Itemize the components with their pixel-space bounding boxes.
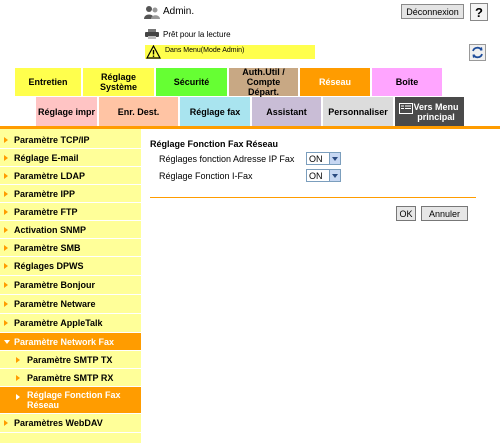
- sidebar-subitem-smtp-rx[interactable]: Paramètre SMTP RX: [0, 369, 141, 387]
- chevron-down-icon: [329, 170, 340, 181]
- arrow-right-icon: [4, 301, 8, 307]
- arrow-right-icon: [4, 244, 8, 251]
- sidebar-item-netware[interactable]: Paramètre Netware: [0, 295, 141, 314]
- sidebar-item-email[interactable]: Réglage E-mail: [0, 149, 141, 167]
- refresh-icon: [472, 46, 483, 59]
- printer-status-icon: [145, 29, 159, 39]
- admin-user-icon: [144, 6, 160, 19]
- main-menu-button[interactable]: Vers Menu principal: [395, 97, 465, 126]
- sidebar-item-network-fax[interactable]: Paramètre Network Fax: [0, 333, 141, 351]
- ifax-setting-select[interactable]: ON: [306, 169, 341, 182]
- arrow-right-icon: [4, 320, 8, 326]
- sidebar-item-bonjour[interactable]: Paramètre Bonjour: [0, 276, 141, 295]
- ifax-setting-label: Réglage Fonction I-Fax: [159, 171, 253, 181]
- warning-icon: [146, 45, 161, 59]
- sidebar-item-smb[interactable]: Paramètre SMB: [0, 239, 141, 257]
- arrow-right-icon: [4, 208, 8, 215]
- admin-mode-text: Dans Menu(Mode Admin): [165, 47, 245, 54]
- arrow-right-icon: [4, 420, 8, 426]
- tab-boite[interactable]: Boîte: [372, 68, 443, 96]
- arrow-right-icon: [4, 154, 8, 161]
- logout-button[interactable]: Déconnexion: [401, 4, 464, 19]
- ok-button[interactable]: OK: [396, 206, 416, 221]
- subtab-personnaliser[interactable]: Personnaliser: [323, 97, 394, 126]
- arrow-right-icon: [4, 263, 8, 269]
- tab-auth-util[interactable]: Auth.Util / Compte Départ.: [229, 67, 299, 97]
- sidebar-subitem-smtp-tx[interactable]: Paramètre SMTP TX: [0, 351, 141, 369]
- refresh-button[interactable]: [469, 44, 486, 61]
- sidebar-item-ipp[interactable]: Paramètre IPP: [0, 185, 141, 203]
- ip-fax-setting-select[interactable]: ON: [306, 152, 341, 165]
- cancel-button[interactable]: Annuler: [421, 206, 468, 221]
- sidebar-item-ldap[interactable]: Paramètre LDAP: [0, 167, 141, 185]
- subtab-reglage-impr[interactable]: Réglage impr: [36, 97, 98, 126]
- subtab-assistant[interactable]: Assistant: [252, 97, 322, 126]
- tab-reseau[interactable]: Réseau: [300, 68, 371, 96]
- tab-securite[interactable]: Sécurité: [156, 68, 228, 96]
- arrow-right-icon: [4, 172, 8, 179]
- arrow-right-icon: [16, 394, 20, 400]
- arrow-right-icon: [4, 136, 8, 143]
- menu-icon: [399, 103, 413, 114]
- tab-reglage-systeme[interactable]: Réglage Système: [83, 68, 155, 96]
- arrow-right-icon: [16, 356, 20, 363]
- arrow-down-icon: [4, 339, 10, 344]
- page-title: Réglage Fonction Fax Réseau: [150, 139, 279, 149]
- arrow-right-icon: [4, 282, 8, 288]
- help-button[interactable]: ?: [470, 3, 488, 21]
- sidebar-item-ftp[interactable]: Paramètre FTP: [0, 203, 141, 221]
- sidebar-item-tcp-ip[interactable]: Paramètre TCP/IP: [0, 131, 141, 149]
- status-text: Prêt pour la lecture: [163, 30, 231, 39]
- arrow-right-icon: [4, 226, 8, 233]
- ip-fax-setting-label: Réglages fonction Adresse IP Fax: [159, 154, 295, 164]
- content-divider: [150, 197, 476, 198]
- sidebar-item-appletalk[interactable]: Paramètre AppleTalk: [0, 314, 141, 333]
- sidebar-item-dpws[interactable]: Réglages DPWS: [0, 257, 141, 276]
- arrow-right-icon: [4, 190, 8, 197]
- subtab-reglage-fax[interactable]: Réglage fax: [180, 97, 251, 126]
- arrow-right-icon: [16, 374, 20, 381]
- sidebar-item-snmp[interactable]: Activation SNMP: [0, 221, 141, 239]
- sidebar-item-webdav[interactable]: Paramètres WebDAV: [0, 414, 141, 433]
- subtab-enr-dest[interactable]: Enr. Dest.: [99, 97, 179, 126]
- tab-entretien[interactable]: Entretien: [15, 68, 82, 96]
- chevron-down-icon: [329, 153, 340, 164]
- sidebar-subitem-fax-reseau[interactable]: Réglage Fonction Fax Réseau: [0, 387, 141, 414]
- user-label: Admin.: [163, 6, 195, 17]
